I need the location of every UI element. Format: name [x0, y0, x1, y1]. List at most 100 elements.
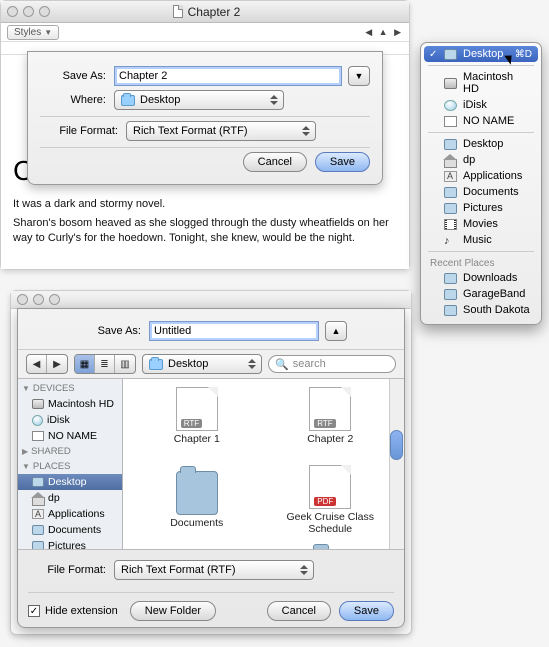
styles-menu[interactable]: Styles ▼: [7, 25, 59, 40]
file-item[interactable]: Documents: [133, 465, 261, 543]
sidebar-item-desktop[interactable]: Desktop: [18, 474, 122, 490]
folder-icon: [32, 525, 44, 535]
where-popup[interactable]: Desktop: [114, 90, 284, 110]
save-as-label: Save As:: [75, 325, 141, 337]
folder-icon: [444, 139, 457, 150]
sidebar: ▼DEVICES Macintosh HD iDisk NO NAME ▶SHA…: [18, 379, 123, 549]
minimize-icon[interactable]: [23, 6, 34, 17]
cancel-button[interactable]: Cancel: [243, 152, 307, 172]
location-popup[interactable]: Desktop: [142, 354, 262, 374]
folder-icon: [444, 203, 457, 214]
hide-extension-checkbox[interactable]: ✓ Hide extension: [28, 605, 118, 617]
home-icon: [32, 493, 44, 503]
folder-icon: [121, 95, 135, 106]
popup-item[interactable]: Music: [424, 232, 538, 248]
folder-icon: [32, 541, 44, 549]
back-forward-buttons[interactable]: ◀ ▶: [26, 354, 68, 374]
hard-disk-icon: [444, 78, 457, 89]
file-item-selected[interactable]: Letters to Congress: [267, 543, 395, 549]
disclosure-button[interactable]: ▼: [348, 66, 370, 86]
scrollbar-track[interactable]: [389, 379, 404, 549]
keyboard-shortcut: ⌘D: [515, 49, 532, 60]
chevron-down-icon: ▼: [355, 71, 364, 81]
location-value: Desktop: [168, 358, 208, 370]
popup-item[interactable]: South Dakota: [424, 302, 538, 318]
sidebar-item[interactable]: Pictures: [18, 538, 122, 549]
where-popup-menu[interactable]: ✓ Desktop ⌘D Macintosh HD iDisk NO NAME …: [420, 42, 542, 325]
list-view-button[interactable]: ≣: [95, 355, 115, 373]
sidebar-header-places[interactable]: ▼PLACES: [18, 459, 122, 474]
search-input[interactable]: 🔍 search: [268, 355, 396, 373]
forward-button[interactable]: ▶: [47, 355, 67, 373]
folder-icon: [32, 477, 44, 487]
close-icon[interactable]: [7, 6, 18, 17]
recent-places-header: Recent Places: [424, 255, 538, 270]
titlebar: Chapter 2: [1, 1, 409, 23]
back-button[interactable]: ◀: [27, 355, 47, 373]
sidebar-header-devices[interactable]: ▼DEVICES: [18, 381, 122, 396]
folder-icon: [444, 187, 457, 198]
popup-item-label: Desktop: [463, 48, 503, 60]
checkmark-icon: ✓: [429, 49, 437, 60]
scrollbar-thumb[interactable]: [390, 430, 403, 460]
popup-item[interactable]: Documents: [424, 184, 538, 200]
popup-item[interactable]: Macintosh HD: [424, 69, 538, 97]
popup-item[interactable]: dp: [424, 152, 538, 168]
close-icon[interactable]: [17, 294, 28, 305]
window-title: Chapter 2: [50, 5, 363, 19]
save-button[interactable]: Save: [315, 152, 370, 172]
column-view-button[interactable]: ▥: [115, 355, 135, 373]
chevron-down-icon: ▼: [44, 28, 52, 37]
sidebar-item[interactable]: Macintosh HD: [18, 396, 122, 412]
search-placeholder: search: [293, 358, 326, 370]
save-as-input[interactable]: [149, 321, 319, 341]
popup-item[interactable]: Pictures: [424, 200, 538, 216]
save-as-input[interactable]: [114, 66, 342, 86]
popup-item[interactable]: Desktop: [424, 136, 538, 152]
applications-icon: [32, 509, 44, 519]
file-browser[interactable]: Chapter 1 Chapter 2 Documents Geek Cruis…: [123, 379, 404, 549]
browser-nav-bar: ◀ ▶ ▦ ≣ ▥ Desktop 🔍 search: [18, 349, 404, 379]
home-icon: [444, 155, 457, 166]
cancel-button[interactable]: Cancel: [267, 601, 331, 621]
disclosure-triangle-icon: ▼: [22, 384, 30, 393]
sidebar-item[interactable]: Applications: [18, 506, 122, 522]
sidebar-item[interactable]: Documents: [18, 522, 122, 538]
view-switcher[interactable]: ▦ ≣ ▥: [74, 354, 136, 374]
drive-icon: [32, 431, 44, 441]
file-item[interactable]: iceberg!!.JPG: [133, 543, 261, 549]
sidebar-item[interactable]: iDisk: [18, 412, 122, 428]
popup-item[interactable]: iDisk: [424, 97, 538, 113]
zoom-icon[interactable]: [49, 294, 60, 305]
folder-icon: [149, 359, 163, 370]
where-value: Desktop: [140, 94, 180, 106]
hard-disk-icon: [32, 399, 44, 409]
popup-item[interactable]: GarageBand: [424, 286, 538, 302]
folder-icon: [444, 289, 457, 300]
toolbar: Styles ▼ ◀ ▲ ▶: [1, 23, 409, 41]
save-button[interactable]: Save: [339, 601, 394, 621]
sidebar-header-shared[interactable]: ▶SHARED: [18, 444, 122, 459]
folder-icon: [444, 49, 457, 60]
window-controls: [7, 6, 50, 17]
sidebar-item[interactable]: dp: [18, 490, 122, 506]
minimize-icon[interactable]: [33, 294, 44, 305]
popup-item-desktop[interactable]: ✓ Desktop ⌘D: [424, 46, 538, 62]
popup-item[interactable]: NO NAME: [424, 113, 538, 129]
alignment-icons[interactable]: ◀ ▲ ▶: [365, 27, 403, 38]
format-popup[interactable]: Rich Text Format (RTF): [126, 121, 316, 141]
chevron-up-icon: ▲: [332, 326, 341, 336]
disclosure-button[interactable]: ▲: [325, 321, 347, 341]
file-item[interactable]: Chapter 1: [133, 387, 261, 465]
format-popup[interactable]: Rich Text Format (RTF): [114, 560, 314, 580]
popup-item[interactable]: Applications: [424, 168, 538, 184]
file-item[interactable]: Chapter 2: [267, 387, 395, 465]
popup-item[interactable]: Movies: [424, 216, 538, 232]
new-folder-button[interactable]: New Folder: [130, 601, 216, 621]
popup-item[interactable]: Downloads: [424, 270, 538, 286]
icon-view-button[interactable]: ▦: [75, 355, 95, 373]
file-item[interactable]: Geek Cruise Class Schedule: [267, 465, 395, 543]
zoom-icon[interactable]: [39, 6, 50, 17]
sidebar-item[interactable]: NO NAME: [18, 428, 122, 444]
movies-icon: [444, 219, 457, 230]
